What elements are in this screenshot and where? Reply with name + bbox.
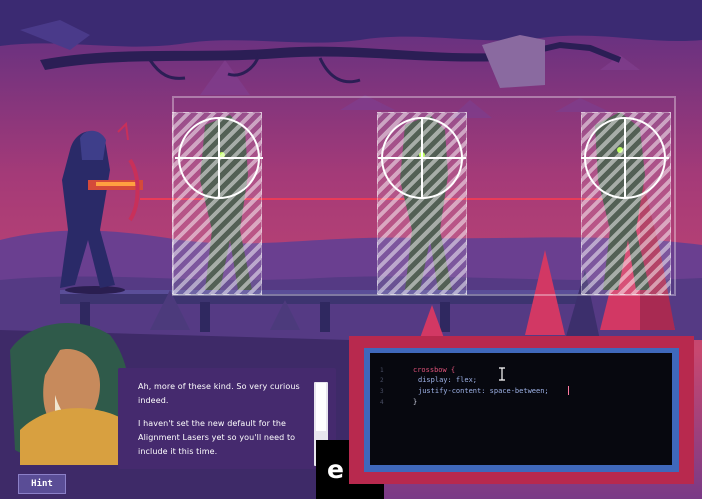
target-zone-1 [172, 112, 262, 295]
target-zone-2 [377, 112, 467, 295]
language-option-e[interactable]: e [327, 455, 344, 485]
code-closing-brace[interactable]: } [413, 398, 417, 407]
text-caret [568, 386, 569, 395]
game-stage: Ah, more of these kind. So very curious … [0, 0, 702, 499]
code-selector[interactable]: crossbow { [413, 366, 455, 375]
text-cursor-icon [499, 367, 505, 381]
dialogue-text-1: Ah, more of these kind. So very curious … [138, 382, 300, 405]
target-zone-3 [581, 112, 671, 295]
hint-button[interactable]: Hint [18, 474, 66, 494]
line-number: 3 [380, 388, 384, 395]
code-property-justify[interactable]: justify-content: space-between; [418, 387, 549, 396]
line-number: 4 [380, 399, 384, 406]
narrator-portrait-icon [10, 323, 130, 465]
dialogue-scrollbar-thumb[interactable] [316, 383, 326, 431]
line-number: 2 [380, 377, 384, 384]
line-number: 1 [380, 367, 384, 374]
code-property-display[interactable]: display: flex; [418, 376, 477, 385]
dialogue-text-2: I haven't set the new default for the Al… [138, 419, 296, 456]
